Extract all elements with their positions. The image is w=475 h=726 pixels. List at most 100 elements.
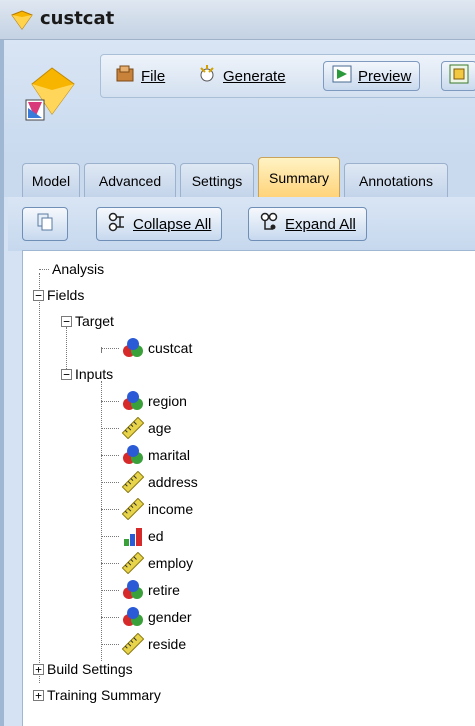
summary-pane: Collapse All Expand All Analysis − Field… <box>0 197 475 726</box>
window-title: custcat <box>40 8 115 29</box>
tree-node-build-settings[interactable]: + Build Settings <box>33 658 133 680</box>
set-icon <box>122 579 144 601</box>
tree-node-analysis[interactable]: Analysis <box>39 258 104 280</box>
expand-toggle-icon[interactable]: + <box>33 689 44 701</box>
expand-all-label: Expand All <box>285 215 356 233</box>
tab-advanced[interactable]: Advanced <box>84 163 176 197</box>
summary-toolbar: Collapse All Expand All <box>8 197 475 251</box>
file-menu-button[interactable]: File <box>115 61 165 91</box>
tab-label: Settings <box>191 172 243 189</box>
collapse-toggle-icon[interactable]: − <box>61 368 72 380</box>
tree-field-employ[interactable]: employ <box>101 552 193 574</box>
tab-strip: Model Advanced Settings Summary Annotati… <box>0 155 475 197</box>
collapse-toggle-icon[interactable]: − <box>61 315 72 327</box>
tree-connector <box>101 535 119 537</box>
node-label: Fields <box>47 287 85 303</box>
tree-field-marital[interactable]: marital <box>101 444 190 466</box>
tree-connector <box>101 400 119 402</box>
field-name: employ <box>148 555 194 571</box>
generate-icon <box>197 64 217 88</box>
tab-summary[interactable]: Summary <box>258 157 340 197</box>
copy-icon <box>35 212 55 236</box>
add-to-stream-button[interactable] <box>441 61 475 91</box>
title-bar: custcat <box>0 0 475 40</box>
tree-connector <box>39 268 49 270</box>
range-icon <box>122 498 144 520</box>
field-name: gender <box>148 609 192 625</box>
tree-field-gender[interactable]: gender <box>101 606 192 628</box>
file-label: File <box>141 67 166 85</box>
ordinal-icon <box>122 525 144 547</box>
field-name: ed <box>148 528 164 544</box>
dialog-header: File Generate Preview <box>0 40 475 155</box>
range-icon <box>122 633 144 655</box>
set-icon <box>122 606 144 628</box>
preview-label: Preview <box>358 67 412 85</box>
node-label: Build Settings <box>47 661 133 677</box>
model-nugget-large-icon <box>22 62 84 131</box>
node-label: Analysis <box>52 261 105 277</box>
tree-connector <box>39 273 40 683</box>
expand-all-button[interactable]: Expand All <box>248 207 367 241</box>
range-icon <box>122 417 144 439</box>
set-icon <box>122 337 144 359</box>
tree-field-income[interactable]: income <box>101 498 193 520</box>
add-to-stream-icon <box>448 63 470 89</box>
tab-annotations[interactable]: Annotations <box>344 163 448 197</box>
tree-node-target[interactable]: − Target <box>61 310 114 332</box>
generate-label: Generate <box>223 67 286 85</box>
copy-button[interactable] <box>22 207 68 241</box>
tab-label: Annotations <box>359 172 433 189</box>
model-nugget-icon <box>10 9 34 34</box>
field-name: region <box>148 393 187 409</box>
preview-button[interactable]: Preview <box>323 61 421 91</box>
tree-connector <box>101 562 119 564</box>
tab-model[interactable]: Model <box>22 163 80 197</box>
tree-connector <box>101 454 119 456</box>
field-name: address <box>148 474 198 490</box>
tab-label: Advanced <box>98 172 162 189</box>
tab-label: Summary <box>269 169 329 186</box>
tree-node-training-summary[interactable]: + Training Summary <box>33 684 161 706</box>
tab-settings[interactable]: Settings <box>180 163 254 197</box>
tree-connector <box>101 427 119 429</box>
tree-field-age[interactable]: age <box>101 417 171 439</box>
set-icon <box>122 390 144 412</box>
tree-connector <box>101 643 119 645</box>
tree-connector <box>101 508 119 510</box>
tab-label: Model <box>31 172 71 189</box>
field-name: age <box>148 420 172 436</box>
tree-field-reside[interactable]: reside <box>101 633 186 655</box>
tree-field-ed[interactable]: ed <box>101 525 164 547</box>
tree-field-address[interactable]: address <box>101 471 198 493</box>
collapse-toggle-icon[interactable]: − <box>33 289 44 301</box>
tree-field-custcat[interactable]: custcat <box>101 337 192 359</box>
summary-tree: Analysis − Fields − Target custcat − Inp… <box>22 250 475 726</box>
tree-node-fields[interactable]: − Fields <box>33 284 84 306</box>
node-label: Inputs <box>75 366 114 382</box>
range-icon <box>122 552 144 574</box>
expand-toggle-icon[interactable]: + <box>33 663 44 675</box>
generate-menu-button[interactable]: Generate <box>197 61 286 91</box>
expand-icon <box>259 212 279 236</box>
range-icon <box>122 471 144 493</box>
tree-connector <box>101 616 119 618</box>
set-icon <box>122 444 144 466</box>
field-name: retire <box>148 582 180 598</box>
tree-field-retire[interactable]: retire <box>101 579 180 601</box>
field-name: custcat <box>148 340 193 356</box>
tree-connector <box>101 481 119 483</box>
tree-connector <box>101 347 119 349</box>
preview-icon <box>332 64 352 88</box>
collapse-icon <box>107 212 127 236</box>
collapse-all-label: Collapse All <box>133 215 212 233</box>
field-name: reside <box>148 636 187 652</box>
field-name: marital <box>148 447 191 463</box>
field-name: income <box>148 501 194 517</box>
collapse-all-button[interactable]: Collapse All <box>96 207 223 241</box>
tree-field-region[interactable]: region <box>101 390 187 412</box>
tree-node-inputs[interactable]: − Inputs <box>61 363 113 385</box>
node-label: Training Summary <box>47 687 161 703</box>
file-icon <box>115 64 135 88</box>
node-label: Target <box>75 313 114 329</box>
